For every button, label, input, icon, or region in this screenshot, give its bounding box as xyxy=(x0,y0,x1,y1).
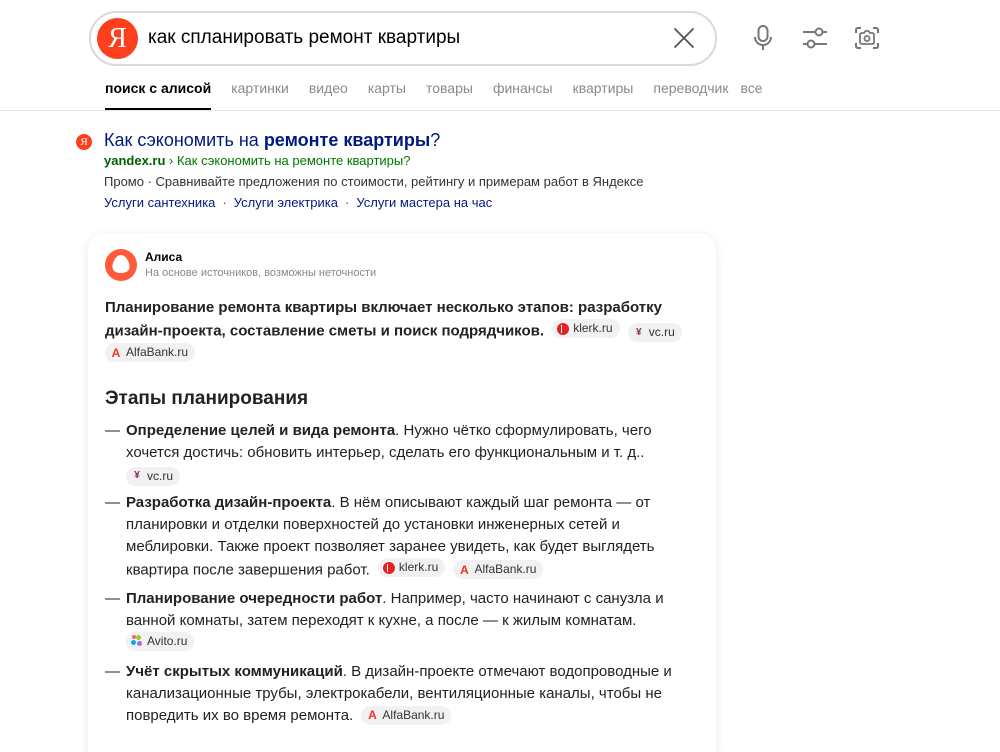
sitelink-handyman[interactable]: Услуги мастера на час xyxy=(356,195,492,210)
source-chip-vc[interactable]: ¥ vc.ru xyxy=(126,466,181,486)
clear-search-button[interactable] xyxy=(671,25,697,51)
source-chip-klerk[interactable]: klerk.ru xyxy=(552,319,620,338)
source-chip-alfabank[interactable]: А AlfaBank.ru xyxy=(453,560,544,579)
tab-video[interactable]: видео xyxy=(309,80,348,110)
ad-title-prefix: Как сэкономить на xyxy=(104,130,264,150)
tab-products[interactable]: товары xyxy=(426,80,473,110)
filters-button[interactable] xyxy=(801,24,829,52)
ad-title-link[interactable]: Как сэкономить на ремонте квартиры? xyxy=(104,130,440,151)
alice-answer-card: Алиса На основе источников, возможны нет… xyxy=(88,233,716,752)
image-search-button[interactable] xyxy=(853,24,881,52)
yandex-logo[interactable]: Я xyxy=(97,18,138,59)
sitelink-electrician[interactable]: Услуги электрика xyxy=(234,195,338,210)
tab-maps[interactable]: карты xyxy=(368,80,406,110)
close-icon xyxy=(674,28,694,48)
step-title: Учёт скрытых коммуникаций xyxy=(126,663,343,680)
steps-list: — Определение целей и вида ремонта. Нужн… xyxy=(105,420,697,733)
source-chip-klerk[interactable]: klerk.ru xyxy=(377,558,446,577)
sitelink-plumber[interactable]: Услуги сантехника xyxy=(104,195,215,210)
source-chip-alfabank[interactable]: А AlfaBank.ru xyxy=(105,343,196,362)
source-label: AlfaBank.ru xyxy=(382,707,445,722)
alfabank-icon: А xyxy=(460,562,469,577)
tab-all[interactable]: все xyxy=(740,80,762,110)
step-title: Определение целей и вида ремонта xyxy=(126,422,396,439)
source-chip-vc[interactable]: ¥ vc.ru xyxy=(627,323,682,342)
search-input[interactable]: как спланировать ремонт квартиры xyxy=(148,27,648,49)
camera-search-icon xyxy=(855,27,879,49)
alice-avatar xyxy=(105,249,137,281)
source-label: Avito.ru xyxy=(147,633,188,648)
list-item: — Разработка дизайн-проекта. В нём описы… xyxy=(105,492,697,582)
alice-name: Алиса xyxy=(145,250,183,264)
search-tabs: поиск с алисой картинки видео карты това… xyxy=(105,80,763,110)
ad-description: Промо · Сравнивайте предложения по стоим… xyxy=(104,174,644,189)
search-box[interactable]: Я как спланировать ремонт квартиры xyxy=(89,11,717,66)
ad-url-path: › Как сэкономить на ремонте квартиры? xyxy=(165,153,411,168)
list-dash: — xyxy=(105,422,120,439)
source-label: AlfaBank.ru xyxy=(474,562,537,576)
microphone-icon xyxy=(754,25,772,50)
tab-translator[interactable]: переводчик xyxy=(653,80,728,110)
alice-disclaimer: На основе источников, возможны неточност… xyxy=(145,267,377,279)
source-chip-alfabank[interactable]: А AlfaBank.ru xyxy=(361,705,452,725)
ad-title-suffix: ? xyxy=(430,130,441,150)
alfabank-icon: А xyxy=(368,708,377,722)
vc-icon: ¥ xyxy=(134,470,140,481)
tab-alice-search[interactable]: поиск с алисой xyxy=(105,80,212,110)
list-item: — Планирование очередности работ. Наприм… xyxy=(105,588,697,656)
ad-url[interactable]: yandex.ru › Как сэкономить на ремонте кв… xyxy=(104,153,411,168)
ad-url-domain: yandex.ru xyxy=(104,153,166,168)
sitelink-separator: · xyxy=(345,195,350,210)
list-item: — Определение целей и вида ремонта. Нужн… xyxy=(105,420,697,486)
step-title: Планирование очередности работ xyxy=(126,589,383,607)
vc-icon: ¥ xyxy=(635,326,642,338)
klerk-icon xyxy=(557,322,570,335)
search-header: Я как спланировать ремонт квартиры поиск xyxy=(0,0,1000,111)
alfabank-icon: А xyxy=(111,345,121,360)
tab-finance[interactable]: финансы xyxy=(493,80,553,110)
tab-apartments[interactable]: квартиры xyxy=(573,80,634,110)
source-label: vc.ru xyxy=(147,468,174,483)
answer-summary: Планирование ремонта квартиры включает н… xyxy=(105,297,697,365)
tab-images[interactable]: картинки xyxy=(231,80,289,110)
list-dash: — xyxy=(105,589,120,607)
source-label: klerk.ru xyxy=(573,321,613,335)
sitelink-separator: · xyxy=(222,195,227,210)
sliders-icon xyxy=(803,27,827,49)
yandex-favicon-icon: Я xyxy=(76,134,92,150)
ad-sitelinks: Услуги сантехника · Услуги электрика · Услуг… xyxy=(104,195,492,210)
step-title: Разработка дизайн-проекта xyxy=(126,494,332,511)
source-label: vc.ru xyxy=(648,325,675,339)
klerk-icon xyxy=(382,561,395,574)
ad-title-bold: ремонте квартиры xyxy=(263,130,431,150)
list-dash: — xyxy=(105,494,120,511)
source-label: AlfaBank.ru xyxy=(126,345,189,359)
avito-icon xyxy=(131,635,143,647)
list-dash: — xyxy=(105,663,120,680)
voice-search-button[interactable] xyxy=(749,24,777,52)
alice-logo-icon xyxy=(112,255,130,273)
source-label: klerk.ru xyxy=(398,560,439,574)
list-item: — Учёт скрытых коммуникаций. В дизайн-пр… xyxy=(105,661,697,727)
section-title: Этапы планирования xyxy=(105,388,309,409)
source-chip-avito[interactable]: Avito.ru xyxy=(126,631,195,651)
